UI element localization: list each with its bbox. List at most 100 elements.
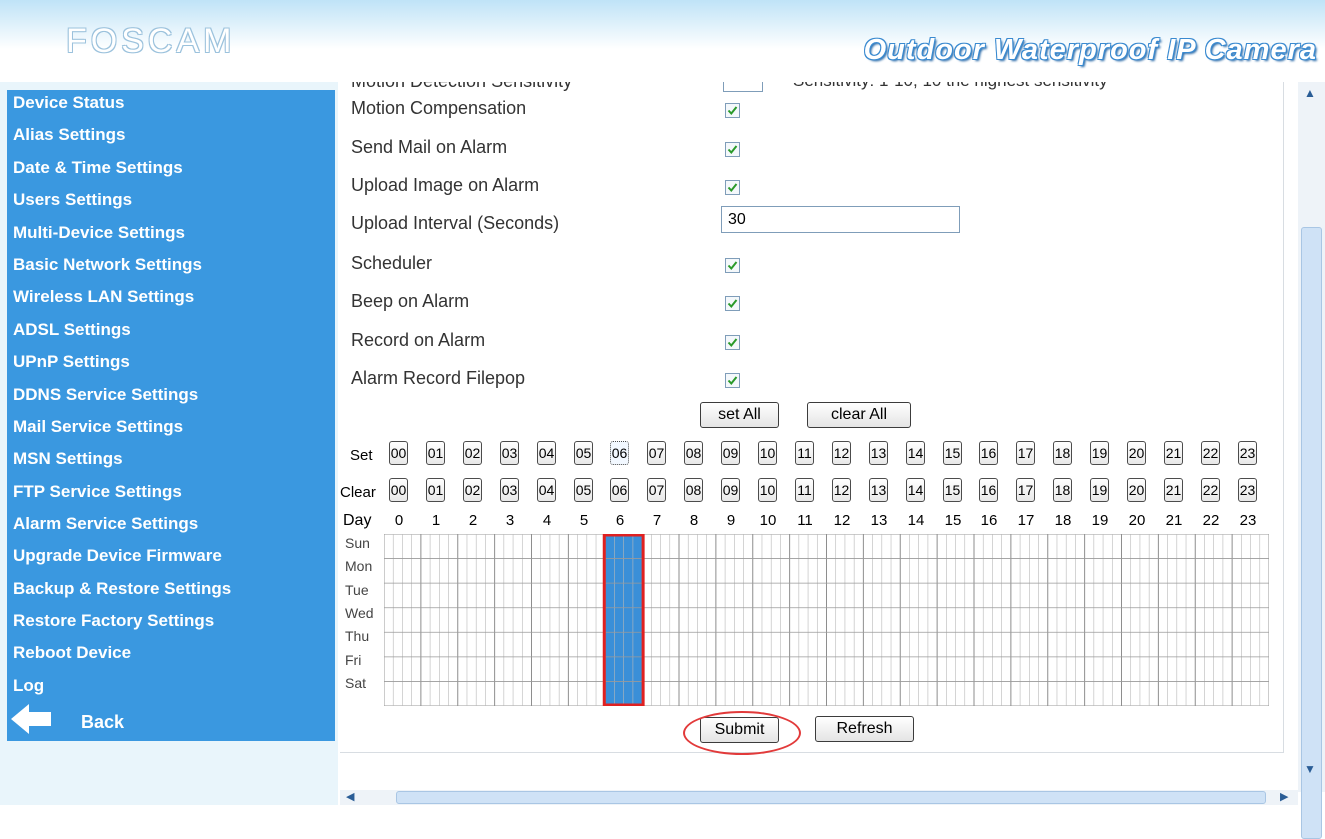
refresh-button[interactable]: Refresh (815, 716, 914, 742)
checkbox-upload-image-on-alarm[interactable] (725, 180, 740, 195)
clear-hour-16-button[interactable]: 16 (979, 478, 998, 502)
clear-hour-14-button[interactable]: 14 (906, 478, 925, 502)
set-hour-09-button[interactable]: 09 (721, 441, 740, 465)
sidebar-item-users-settings[interactable]: Users Settings (13, 190, 132, 210)
set-hour-14-button[interactable]: 14 (906, 441, 925, 465)
sidebar-item-msn-settings[interactable]: MSN Settings (13, 449, 123, 469)
back-button[interactable]: Back (7, 700, 335, 741)
set-hour-01-button[interactable]: 01 (426, 441, 445, 465)
sensitivity-select[interactable]: 10 (723, 82, 763, 92)
sidebar-item-alias-settings[interactable]: Alias Settings (13, 125, 125, 145)
set-hour-04-button[interactable]: 04 (537, 441, 556, 465)
set-hour-16-button[interactable]: 16 (979, 441, 998, 465)
set-hour-05-button[interactable]: 05 (574, 441, 593, 465)
clear-hour-03-button[interactable]: 03 (500, 478, 519, 502)
set-hour-10-button[interactable]: 10 (758, 441, 777, 465)
set-hour-12-button[interactable]: 12 (832, 441, 851, 465)
set-hour-07-button[interactable]: 07 (647, 441, 666, 465)
set-all-button[interactable]: set All (700, 402, 779, 428)
clear-hour-01-button[interactable]: 01 (426, 478, 445, 502)
set-hour-11-button[interactable]: 11 (795, 441, 814, 465)
clear-hour-18-button[interactable]: 18 (1053, 478, 1072, 502)
set-hour-22-button[interactable]: 22 (1201, 441, 1220, 465)
clear-hour-20-button[interactable]: 20 (1127, 478, 1146, 502)
hour-number-13: 13 (870, 512, 888, 529)
sidebar-item-device-status[interactable]: Device Status (13, 93, 125, 113)
scroll-right-icon[interactable]: ▶ (1280, 790, 1288, 803)
clear-hour-08-button[interactable]: 08 (684, 478, 703, 502)
set-hour-23-button[interactable]: 23 (1238, 441, 1257, 465)
vertical-scrollbar[interactable]: ▲ ▼ (1298, 82, 1325, 839)
hour-number-20: 20 (1128, 512, 1146, 529)
sidebar-item-log[interactable]: Log (13, 676, 44, 696)
set-hour-19-button[interactable]: 19 (1090, 441, 1109, 465)
horizontal-scroll-thumb[interactable] (396, 791, 1266, 804)
clear-hour-09-button[interactable]: 09 (721, 478, 740, 502)
clear-hour-02-button[interactable]: 02 (463, 478, 482, 502)
hour-number-11: 11 (797, 512, 813, 529)
clear-hour-23-button[interactable]: 23 (1238, 478, 1257, 502)
product-tagline: Outdoor Waterproof IP Camera (863, 34, 1317, 66)
sidebar-item-upgrade-device-firmware[interactable]: Upgrade Device Firmware (13, 546, 222, 566)
clear-hour-15-button[interactable]: 15 (943, 478, 962, 502)
set-hour-15-button[interactable]: 15 (943, 441, 962, 465)
clear-hour-12-button[interactable]: 12 (832, 478, 851, 502)
set-hour-00-button[interactable]: 00 (389, 441, 408, 465)
clear-hour-06-button[interactable]: 06 (610, 478, 629, 502)
set-hour-06-button[interactable]: 06 (610, 441, 629, 465)
clear-hour-13-button[interactable]: 13 (869, 478, 888, 502)
clear-hour-05-button[interactable]: 05 (574, 478, 593, 502)
checkbox-scheduler[interactable] (725, 258, 740, 273)
vertical-scroll-thumb[interactable] (1301, 227, 1322, 839)
sidebar-item-backup-restore-settings[interactable]: Backup & Restore Settings (13, 579, 231, 599)
scroll-up-icon[interactable]: ▲ (1304, 86, 1316, 100)
clear-hour-22-button[interactable]: 22 (1201, 478, 1220, 502)
schedule-grid[interactable] (384, 534, 1269, 706)
sidebar-item-adsl-settings[interactable]: ADSL Settings (13, 320, 131, 340)
clear-hour-04-button[interactable]: 04 (537, 478, 556, 502)
sidebar-item-basic-network-settings[interactable]: Basic Network Settings (13, 255, 202, 275)
sidebar-item-multi-device-settings[interactable]: Multi-Device Settings (13, 223, 185, 243)
set-hour-21-button[interactable]: 21 (1164, 441, 1183, 465)
set-hour-18-button[interactable]: 18 (1053, 441, 1072, 465)
set-hour-08-button[interactable]: 08 (684, 441, 703, 465)
sidebar-item-restore-factory-settings[interactable]: Restore Factory Settings (13, 611, 214, 631)
sidebar-item-wireless-lan-settings[interactable]: Wireless LAN Settings (13, 287, 194, 307)
checkbox-record-on-alarm[interactable] (725, 335, 740, 350)
sidebar-item-reboot-device[interactable]: Reboot Device (13, 643, 131, 663)
set-hour-17-button[interactable]: 17 (1016, 441, 1035, 465)
sidebar-item-mail-service-settings[interactable]: Mail Service Settings (13, 417, 183, 437)
sensitivity-label: Motion Detection Sensitivity (351, 82, 572, 92)
clear-hour-17-button[interactable]: 17 (1016, 478, 1035, 502)
scroll-down-icon[interactable]: ▼ (1304, 762, 1316, 776)
sidebar-item-ftp-service-settings[interactable]: FTP Service Settings (13, 482, 182, 502)
clear-hour-00-button[interactable]: 00 (389, 478, 408, 502)
clear-hour-19-button[interactable]: 19 (1090, 478, 1109, 502)
scroll-left-icon[interactable]: ◀ (346, 790, 354, 803)
checkbox-motion-compensation[interactable] (725, 103, 740, 118)
set-hour-02-button[interactable]: 02 (463, 441, 482, 465)
checkbox-alarm-record-filepop[interactable] (725, 373, 740, 388)
hour-number-19: 19 (1091, 512, 1109, 529)
set-hour-03-button[interactable]: 03 (500, 441, 519, 465)
sidebar-item-ddns-service-settings[interactable]: DDNS Service Settings (13, 385, 198, 405)
day-label-wed: Wed (345, 604, 374, 621)
clear-hour-11-button[interactable]: 11 (795, 478, 814, 502)
clear-all-button[interactable]: clear All (807, 402, 911, 428)
hour-number-12: 12 (833, 512, 851, 529)
upload-interval-input[interactable]: 30 (721, 206, 960, 233)
hour-number-3: 3 (505, 512, 515, 529)
clear-hour-10-button[interactable]: 10 (758, 478, 777, 502)
hour-number-5: 5 (579, 512, 589, 529)
checkmark-icon (727, 299, 738, 309)
sidebar-item-date-time-settings[interactable]: Date & Time Settings (13, 158, 183, 178)
sidebar-item-alarm-service-settings[interactable]: Alarm Service Settings (13, 514, 198, 534)
set-hour-20-button[interactable]: 20 (1127, 441, 1146, 465)
sidebar-item-upnp-settings[interactable]: UPnP Settings (13, 352, 130, 372)
clear-hour-21-button[interactable]: 21 (1164, 478, 1183, 502)
clear-hour-07-button[interactable]: 07 (647, 478, 666, 502)
horizontal-scrollbar[interactable]: ◀ ▶ (340, 790, 1298, 805)
set-hour-13-button[interactable]: 13 (869, 441, 888, 465)
checkbox-send-mail-on-alarm[interactable] (725, 142, 740, 157)
checkbox-beep-on-alarm[interactable] (725, 296, 740, 311)
